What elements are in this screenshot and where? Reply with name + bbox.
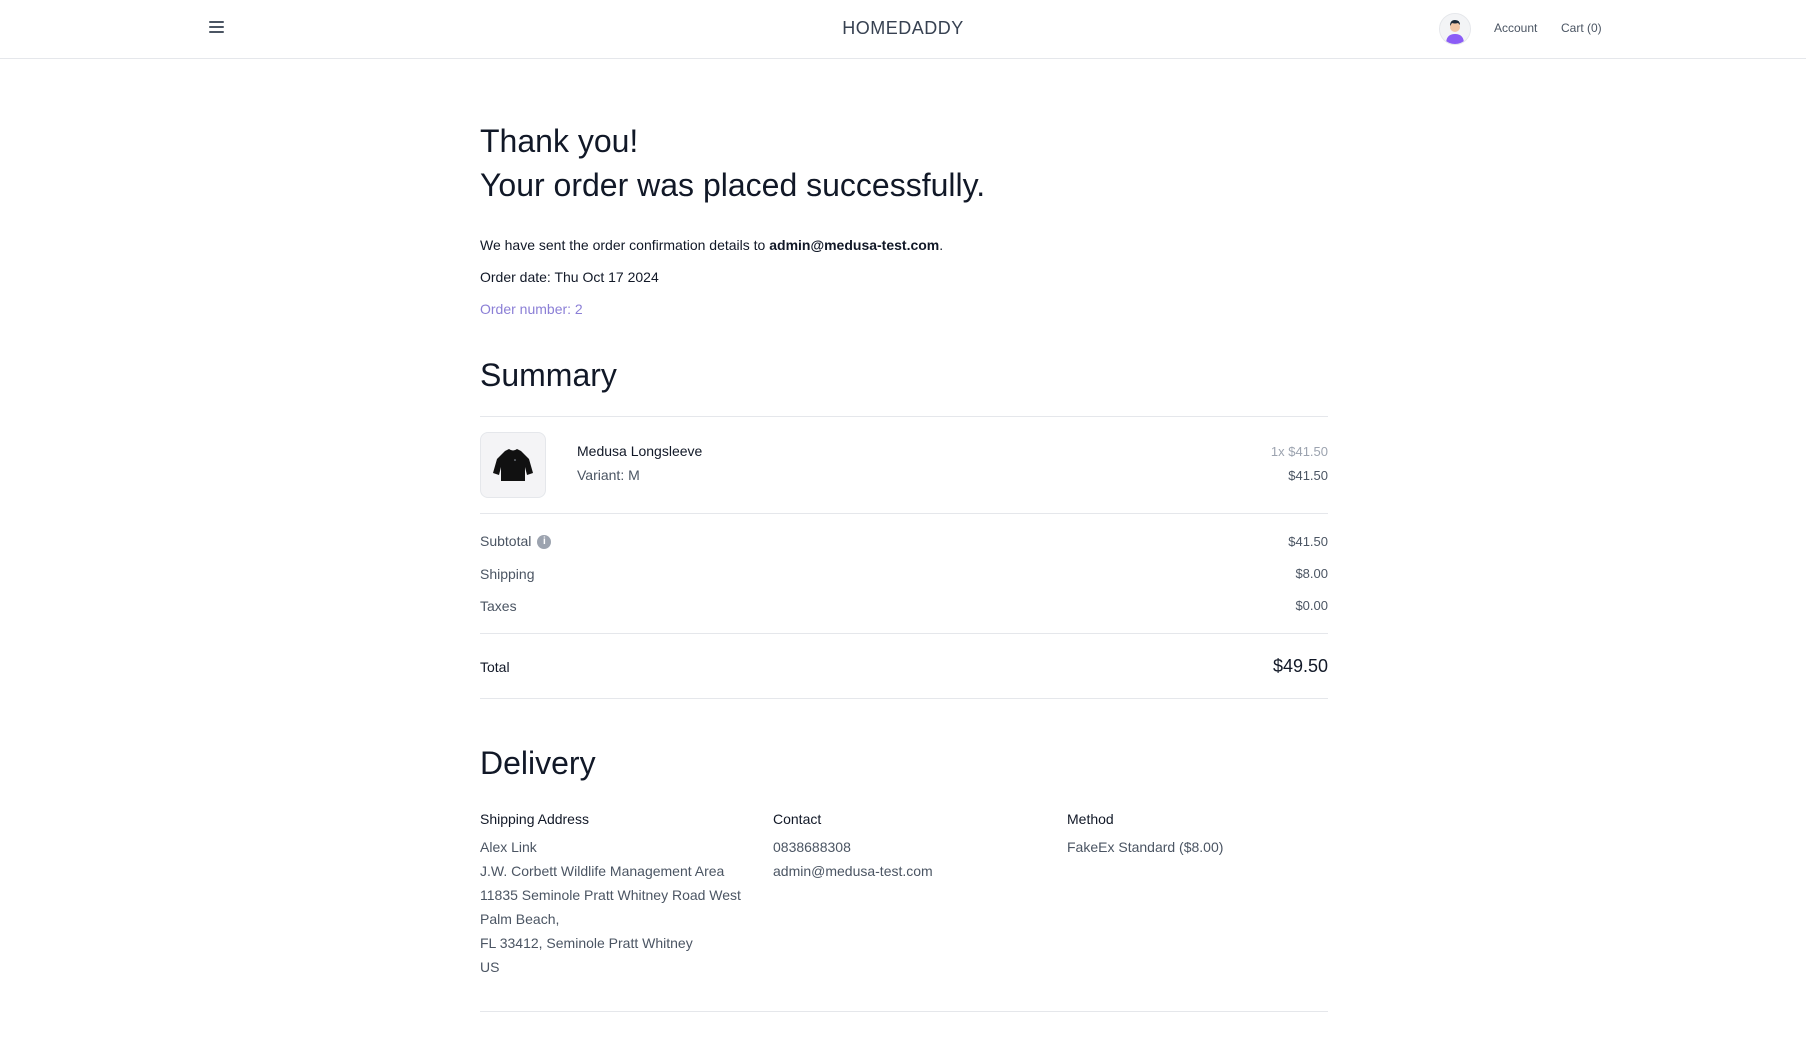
shipping-method: FakeEx Standard ($8.00) (1067, 839, 1224, 855)
store-logo[interactable]: HOMEDADDY (842, 18, 964, 38)
menu-icon[interactable] (207, 18, 227, 38)
total-value: $49.50 (1272, 656, 1328, 676)
account-link[interactable]: Account (1494, 21, 1537, 35)
divider (480, 633, 1328, 634)
contact-title: Contact (773, 811, 822, 827)
top-navigation-bar: HOMEDADDY Account Cart (0) (0, 0, 1806, 59)
address-line: FL 33412, Seminole Pratt Whitney (480, 935, 693, 951)
divider (480, 698, 1328, 699)
address-line: US (480, 959, 500, 975)
shipping-address-title: Shipping Address (480, 811, 589, 827)
subtotal-label: Subtotal i (480, 533, 552, 550)
method-title: Method (1067, 811, 1114, 827)
taxes-value: $0.00 (1295, 598, 1328, 613)
product-variant: Variant: M (577, 467, 640, 483)
divider (480, 1011, 1328, 1012)
confirmation-email: admin@medusa-test.com (769, 237, 940, 253)
line-total: $41.50 (1288, 468, 1328, 483)
subtotal-value: $41.50 (1288, 534, 1328, 549)
shipping-value: $8.00 (1295, 566, 1328, 581)
summary-heading: Summary (480, 357, 617, 393)
quantity-price: 1x $41.50 (1270, 444, 1328, 459)
address-line: J.W. Corbett Wildlife Management Area (480, 863, 725, 879)
cart-link[interactable]: Cart (0) (1561, 21, 1602, 35)
avatar[interactable] (1439, 13, 1471, 45)
address-line: 11835 Seminole Pratt Whitney Road West (480, 887, 741, 903)
delivery-heading: Delivery (480, 745, 596, 781)
address-line: Alex Link (480, 839, 537, 855)
address-line: Palm Beach, (480, 911, 560, 927)
divider (480, 513, 1328, 514)
shipping-address-column: Shipping Address Alex Link J.W. Corbett … (480, 811, 741, 979)
shipping-label: Shipping (480, 566, 535, 582)
longsleeve-image (493, 449, 533, 481)
email-sent-prefix: We have sent the order confirmation deta… (480, 237, 766, 253)
contact-column: Contact 0838688308 admin@medusa-test.com (773, 811, 933, 883)
contact-phone: 0838688308 (773, 839, 851, 855)
total-label: Total (480, 659, 510, 675)
subtotal-text: Subtotal (480, 533, 532, 549)
product-name[interactable]: Medusa Longsleeve (577, 443, 702, 459)
contact-email: admin@medusa-test.com (773, 863, 933, 879)
info-icon[interactable]: i (537, 535, 552, 550)
email-sent-suffix: . (939, 237, 944, 253)
success-heading: Your order was placed successfully. (480, 167, 986, 203)
taxes-label: Taxes (480, 598, 517, 614)
product-thumbnail[interactable] (480, 432, 546, 498)
divider (480, 416, 1328, 417)
method-column: Method FakeEx Standard ($8.00) (1067, 811, 1223, 859)
order-number[interactable]: Order number: 2 (480, 301, 583, 317)
thank-you-heading: Thank you! (480, 123, 639, 159)
order-date: Order date: Thu Oct 17 2024 (480, 269, 659, 285)
confirmation-email-text: We have sent the order confirmation deta… (480, 237, 943, 253)
